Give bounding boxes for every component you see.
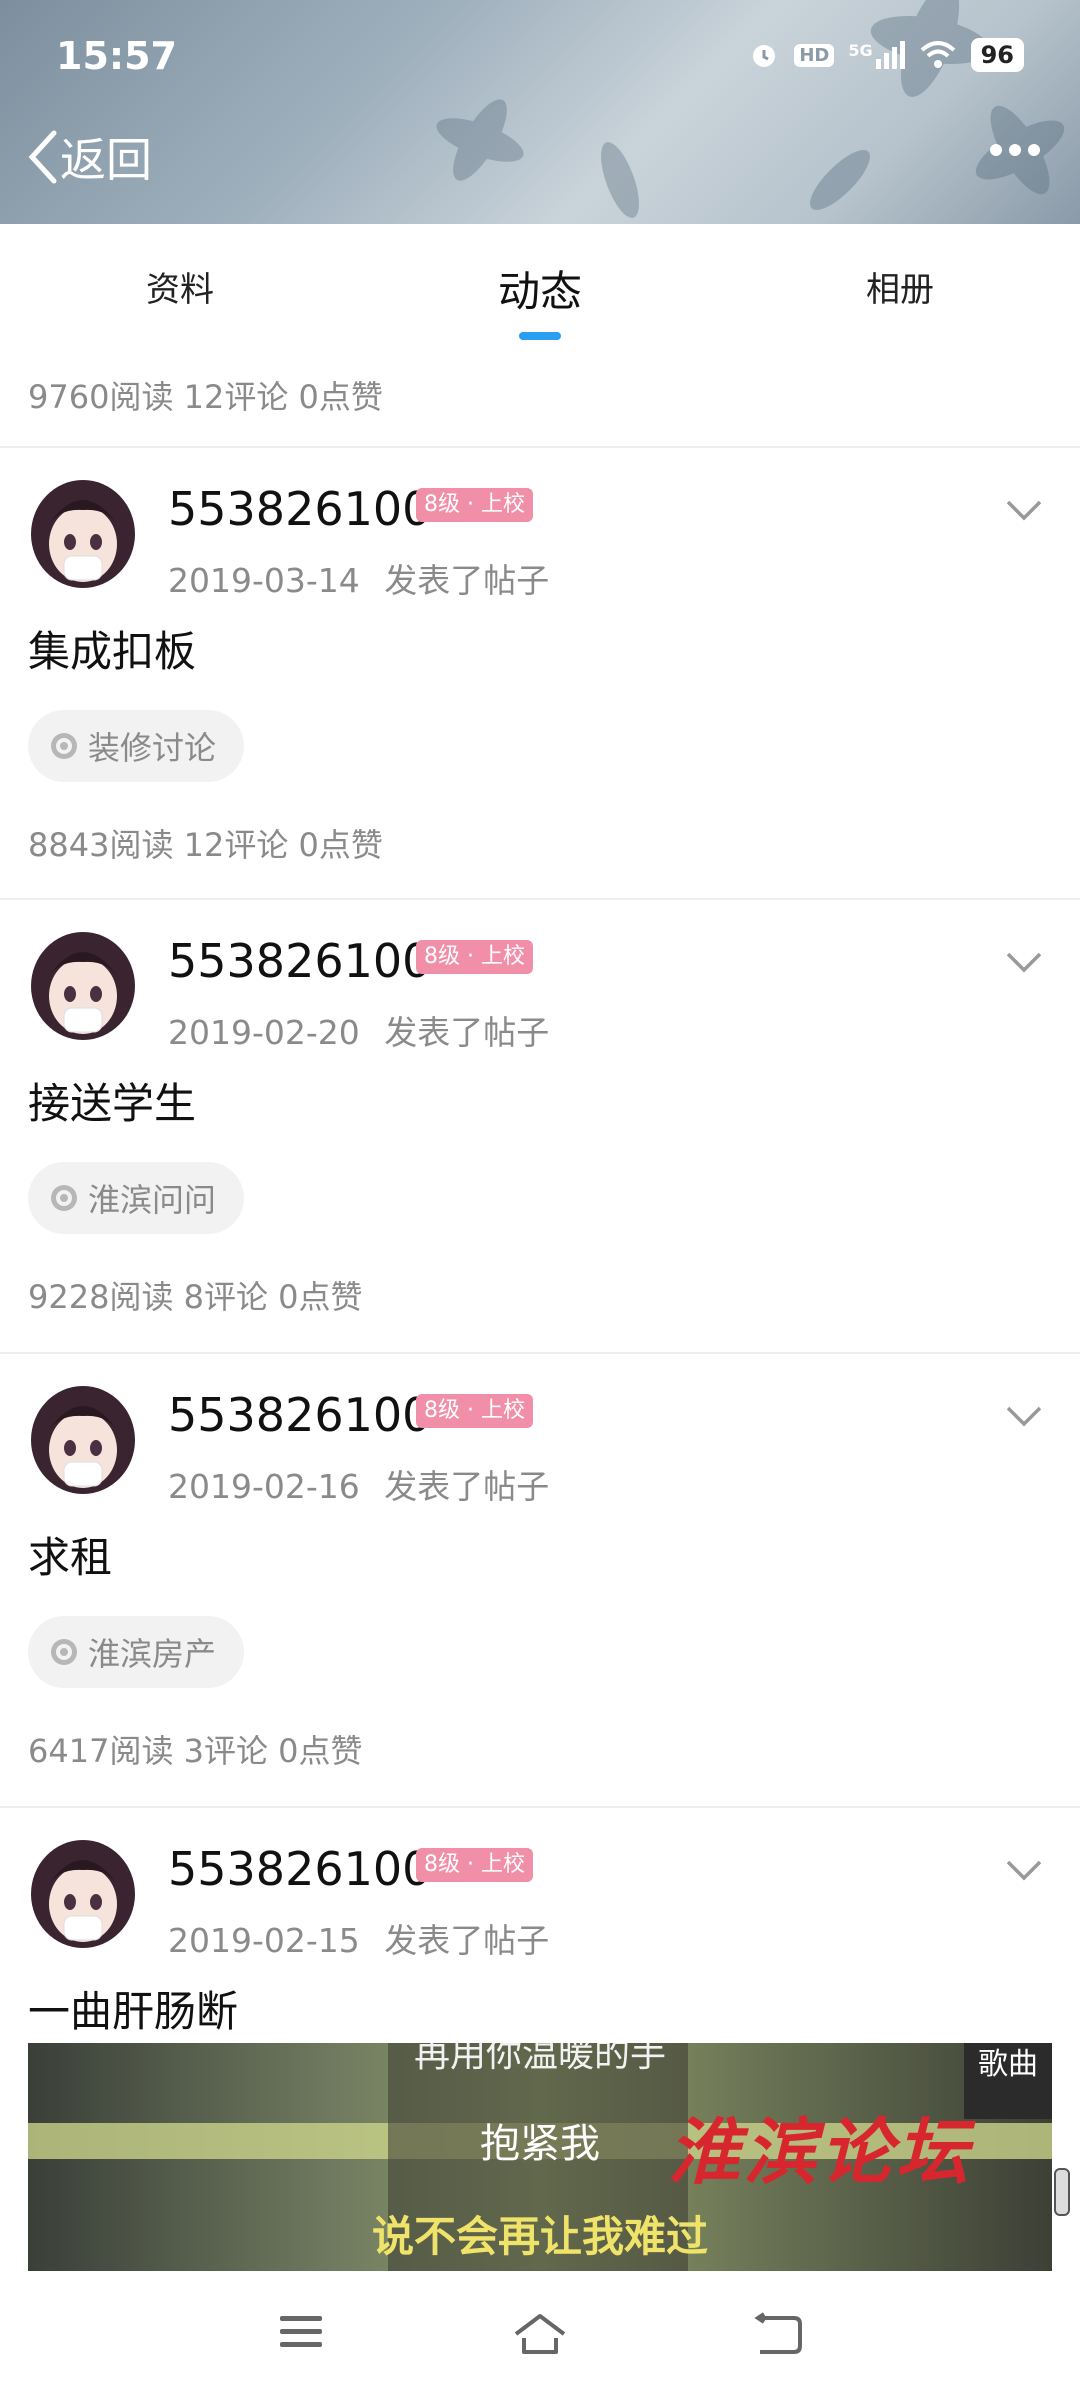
- forum-target-icon: [51, 1185, 77, 1211]
- post-date: 2019-02-16: [168, 1467, 360, 1506]
- forum-tag-label: 淮滨问问: [88, 1181, 217, 1219]
- level-badge: 8级 · 上校: [416, 1848, 533, 1882]
- post-date: 2019-03-14: [168, 561, 360, 600]
- profile-header-banner: 15:57 HD 5G 96 返回: [0, 0, 1080, 224]
- chevron-down-icon[interactable]: [1004, 950, 1044, 974]
- avatar[interactable]: [28, 478, 138, 590]
- video-thumbnail[interactable]: 再用你温暖的手 抱紧我 说不会再让我难过 淮滨论坛 歌曲: [28, 2043, 1052, 2271]
- more-options-button[interactable]: [988, 140, 1042, 164]
- post-username[interactable]: 553826100: [168, 1842, 431, 1896]
- tab-album[interactable]: 相册: [720, 224, 1080, 360]
- song-tag: 歌曲: [964, 2043, 1052, 2119]
- level-badge: 8级 · 上校: [416, 940, 533, 974]
- avatar[interactable]: [28, 1384, 138, 1496]
- activity-summary-stats: 9760阅读 12评论 0点赞: [28, 378, 383, 416]
- post-title[interactable]: 求租: [28, 1524, 112, 1585]
- post-stats: 8843阅读 12评论 0点赞: [28, 826, 383, 864]
- post-date: 2019-02-20: [168, 1013, 360, 1052]
- hd-icon: HD: [794, 43, 835, 67]
- post-meta: 2019-02-15 发表了帖子: [168, 1914, 549, 1962]
- level-badge: 8级 · 上校: [416, 1394, 533, 1428]
- post-date: 2019-02-15: [168, 1921, 360, 1960]
- tab-activity[interactable]: 动态: [360, 224, 720, 360]
- wifi-icon: [920, 41, 955, 68]
- post-action: 发表了帖子: [384, 561, 550, 600]
- back-button[interactable]: 返回: [26, 124, 152, 190]
- signal-icon: 5G: [848, 41, 905, 69]
- forum-tag-label: 淮滨房产: [88, 1635, 217, 1673]
- tab-profile[interactable]: 资料: [0, 224, 360, 360]
- menu-icon: [280, 2316, 322, 2347]
- tab-label: 动态: [497, 267, 582, 316]
- home-icon: [514, 2314, 566, 2354]
- post-action: 发表了帖子: [384, 1921, 550, 1960]
- avatar[interactable]: [28, 930, 138, 1042]
- post-title[interactable]: 接送学生: [28, 1070, 196, 1131]
- more-dots-icon: [990, 144, 1040, 156]
- chevron-down-icon[interactable]: [1004, 1404, 1044, 1428]
- avatar[interactable]: [28, 1838, 138, 1950]
- home-button[interactable]: [512, 2312, 568, 2360]
- level-badge: 8级 · 上校: [416, 488, 533, 522]
- forum-tag[interactable]: 淮滨问问: [28, 1162, 245, 1234]
- status-time: 15:57: [56, 34, 177, 78]
- post-stats: 9228阅读 8评论 0点赞: [28, 1278, 363, 1316]
- chevron-left-icon: [28, 130, 57, 184]
- system-navigation-bar: [0, 2272, 1080, 2400]
- post-username[interactable]: 553826100: [168, 482, 431, 536]
- back-nav-button[interactable]: [754, 2312, 804, 2360]
- chevron-down-icon[interactable]: [1004, 1858, 1044, 1882]
- forum-tag[interactable]: 装修讨论: [28, 710, 245, 782]
- tab-label: 资料: [146, 270, 214, 310]
- forum-target-icon: [51, 1639, 77, 1665]
- video-subtitle-bottom: 说不会再让我难过: [371, 2212, 708, 2261]
- post-meta: 2019-02-20 发表了帖子: [168, 1006, 549, 1054]
- post-username[interactable]: 553826100: [168, 934, 431, 988]
- forum-watermark: 淮滨论坛: [668, 2109, 973, 2194]
- post-card[interactable]: 553826100 8级 · 上校 2019-02-15 发表了帖子 一曲肝肠断: [0, 1808, 1080, 2043]
- network-type-label: 5G: [848, 41, 873, 60]
- post-title[interactable]: 一曲肝肠断: [28, 1978, 238, 2039]
- post-card[interactable]: 553826100 8级 · 上校 2019-02-16 发表了帖子 求租 淮滨…: [0, 1354, 1080, 1806]
- back-label: 返回: [60, 133, 152, 187]
- forum-tag-label: 装修讨论: [88, 729, 217, 767]
- back-arrow-icon: [754, 2312, 802, 2354]
- active-tab-indicator: [519, 332, 561, 340]
- video-subtitle-top: 再用你温暖的手: [413, 2043, 666, 2075]
- post-card[interactable]: 553826100 8级 · 上校 2019-02-20 发表了帖子 接送学生 …: [0, 900, 1080, 1352]
- menu-button[interactable]: [278, 2312, 324, 2356]
- status-icons: HD 5G 96: [748, 38, 1024, 72]
- post-card[interactable]: 553826100 8级 · 上校 2019-03-14 发表了帖子 集成扣板 …: [0, 448, 1080, 900]
- post-username[interactable]: 553826100: [168, 1388, 431, 1442]
- tab-label: 相册: [866, 270, 934, 310]
- alarm-icon: [753, 45, 776, 67]
- chevron-down-icon[interactable]: [1004, 498, 1044, 522]
- scrollbar-thumb[interactable]: [1054, 2168, 1070, 2216]
- forum-tag[interactable]: 淮滨房产: [28, 1616, 245, 1688]
- battery-indicator: 96: [970, 38, 1024, 72]
- status-bar: 15:57 HD 5G 96: [0, 0, 1080, 110]
- profile-tabs: 资料 动态 相册: [0, 224, 1080, 360]
- post-stats: 6417阅读 3评论 0点赞: [28, 1732, 363, 1770]
- post-title[interactable]: 集成扣板: [28, 618, 196, 679]
- forum-target-icon: [51, 733, 77, 759]
- post-meta: 2019-03-14 发表了帖子: [168, 554, 549, 602]
- post-action: 发表了帖子: [384, 1467, 550, 1506]
- post-meta: 2019-02-16 发表了帖子: [168, 1460, 549, 1508]
- post-action: 发表了帖子: [384, 1013, 550, 1052]
